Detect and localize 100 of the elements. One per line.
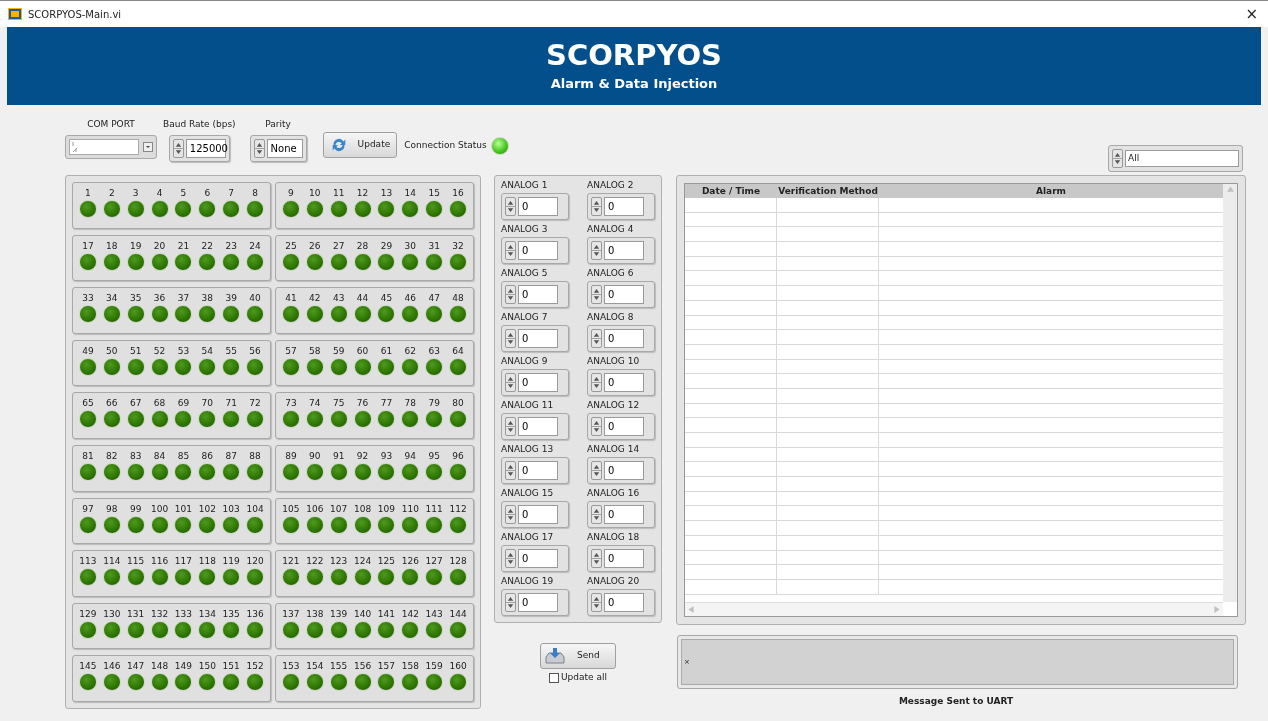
analog-field[interactable]: 0 [587,193,655,220]
led-number: 159 [425,660,443,674]
analog-field[interactable]: 0 [501,457,569,484]
led-number: 85 [177,449,190,463]
analog-field[interactable]: 0 [501,413,569,440]
led-number: 136 [246,607,264,621]
led-number: 88 [249,449,261,463]
spinner-icon[interactable] [1112,149,1123,168]
analog-label: ANALOG 14 [587,444,641,455]
baud-rate-field[interactable]: 125000 [168,134,230,162]
spinner-icon[interactable] [505,417,516,436]
led-number: 109 [377,502,396,516]
spinner-icon[interactable] [591,505,602,524]
led-number: 104 [246,502,264,516]
analog-field[interactable]: 0 [587,457,655,484]
analog-field[interactable]: 0 [501,281,569,308]
led-number: 26 [309,239,321,253]
spinner-icon[interactable] [505,593,516,612]
analog-field[interactable]: 0 [501,501,569,528]
led-number: 86 [201,449,214,463]
analog-field[interactable]: 0 [501,193,569,220]
led-number: 123 [330,555,348,569]
analog-field[interactable]: 0 [587,589,655,616]
led-number: 77 [380,397,393,411]
led-number: 131 [127,607,145,621]
led-number: 108 [353,502,372,516]
spinner-icon[interactable] [505,329,516,348]
inbox-arrow-icon [545,647,565,665]
led-number: 118 [198,555,216,569]
spinner-icon[interactable] [591,373,602,392]
led-number: 55 [225,344,237,358]
led-number: 145 [79,660,97,674]
analog-field[interactable]: 0 [501,325,569,352]
led-number: 37 [177,292,190,306]
spinner-icon[interactable] [591,593,602,612]
spinner-icon[interactable] [172,138,184,158]
spinner-icon[interactable] [591,549,602,568]
spinner-icon[interactable] [591,329,602,348]
led-number: 120 [246,555,264,569]
io-icon [72,140,78,153]
led-number: 51 [129,344,142,358]
led-number: 29 [380,239,393,253]
led-number: 69 [177,397,190,411]
update-button[interactable]: Update [322,132,398,158]
analog-field[interactable]: 0 [587,501,655,528]
analog-field[interactable]: 0 [587,369,655,396]
led-number: 152 [246,660,264,674]
analog-field[interactable]: 0 [587,237,655,264]
led-number: 127 [425,555,443,569]
led-number: 121 [282,555,300,569]
spinner-icon[interactable] [505,373,516,392]
parity-field[interactable]: None [249,134,307,162]
led-number: 57 [285,344,297,358]
spinner-icon[interactable] [505,505,516,524]
led-number: 143 [425,607,443,621]
led-number: 5 [180,187,187,200]
led-number: 142 [401,607,419,621]
field-label: COM PORT [87,118,135,131]
update-all-checkbox[interactable] [549,672,559,683]
message-label: Message Sent to UART [898,695,1014,708]
analog-field[interactable]: 0 [587,325,655,352]
spinner-icon[interactable] [505,549,516,568]
analog-field[interactable]: 0 [501,589,569,616]
spinner-icon[interactable] [591,241,602,260]
led-number: 130 [103,607,121,621]
led-number: 92 [356,449,369,463]
spinner-icon[interactable] [505,285,516,304]
close-button[interactable]: × [1245,6,1258,22]
led-number: 76 [356,397,369,411]
led-number: 128 [449,555,467,569]
analog-label: ANALOG 1 [501,180,549,191]
analog-field[interactable]: 0 [587,413,655,440]
spinner-icon[interactable] [505,197,516,216]
spinner-icon[interactable] [591,417,602,436]
analog-field[interactable]: 0 [501,545,569,572]
send-button[interactable]: Send [540,643,616,669]
led-number: 107 [330,502,348,516]
spinner-icon[interactable] [591,461,602,480]
analog-label: ANALOG 13 [501,444,555,455]
spinner-icon[interactable] [591,285,602,304]
analog-field[interactable]: 0 [587,545,655,572]
spinner-icon[interactable] [253,138,265,158]
analog-field[interactable]: 0 [587,281,655,308]
filter-field[interactable]: All [1108,145,1243,172]
led-number: 89 [285,449,297,463]
spinner-icon[interactable] [591,197,602,216]
led-number: 111 [425,502,443,516]
analog-field[interactable]: 0 [501,237,569,264]
analog-label: ANALOG 19 [501,576,555,587]
led-number: 61 [380,344,393,358]
analog-label: ANALOG 11 [501,400,555,411]
spinner-icon[interactable] [505,241,516,260]
analog-field[interactable]: 0 [501,369,569,396]
vertical-scrollbar[interactable] [1223,184,1237,602]
spinner-icon[interactable] [505,461,516,480]
led-number: 14 [404,187,417,200]
led-number: 11 [332,187,345,200]
led-number: 124 [353,555,372,569]
led-number: 79 [428,397,440,411]
field-label: Parity [265,118,291,131]
